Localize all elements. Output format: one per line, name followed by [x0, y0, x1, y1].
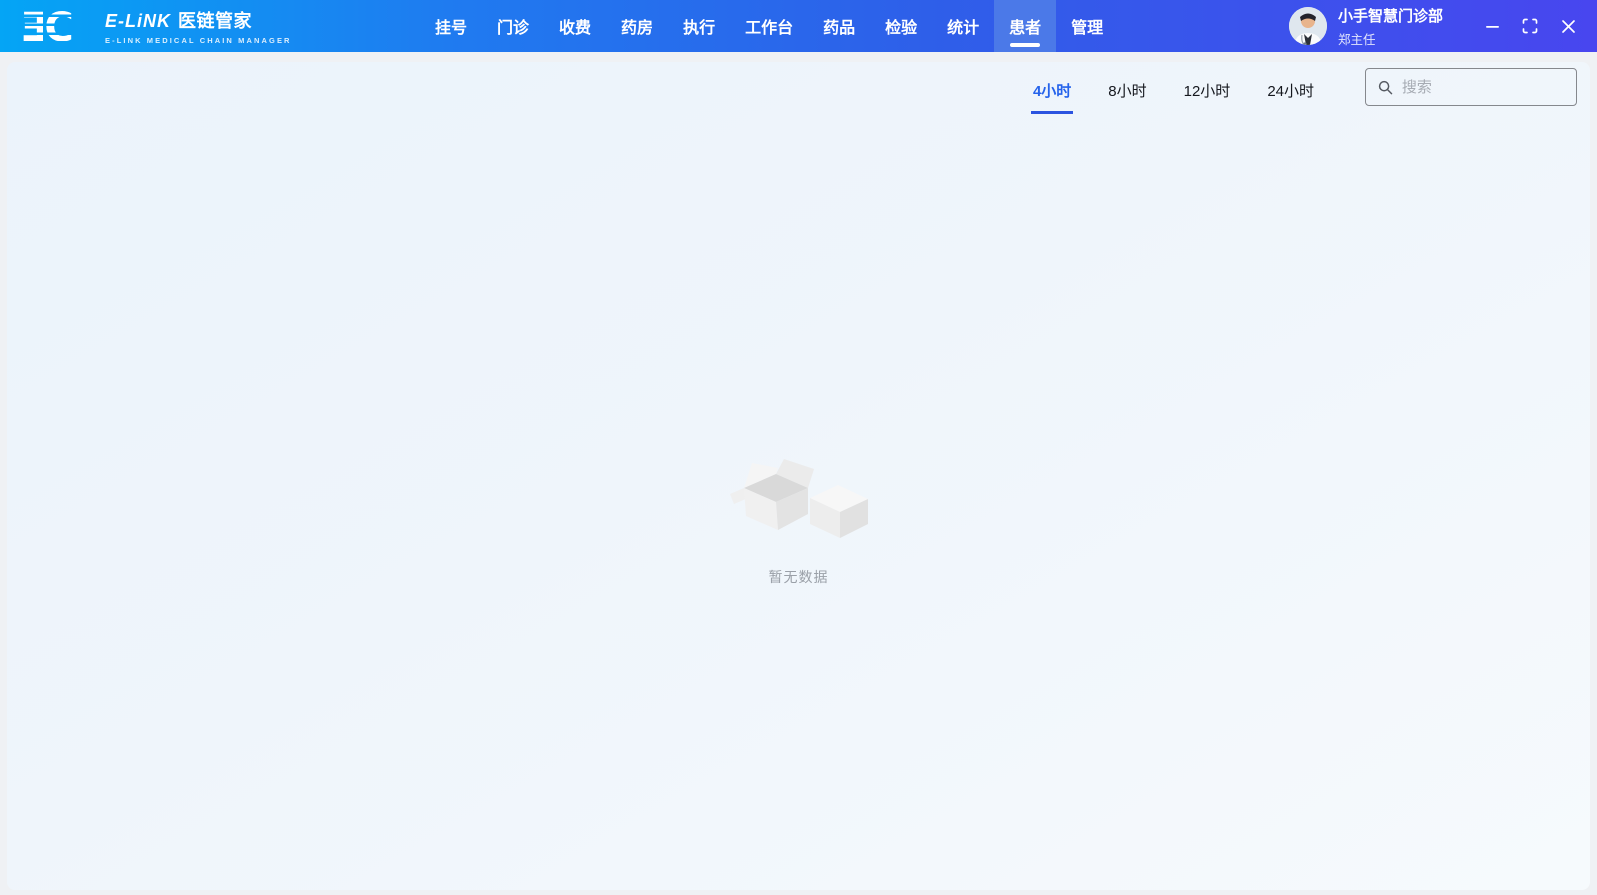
brand-logo: ƎC E-LiNK医链管家 E-LINK MEDICAL CHAIN MANAG… [0, 0, 420, 52]
navbar-spacer [1118, 0, 1289, 52]
app-window: ƎC E-LiNK医链管家 E-LINK MEDICAL CHAIN MANAG… [0, 0, 1597, 895]
panel-toolbar: 4小时 8小时 12小时 24小时 [1031, 68, 1577, 114]
brand-text: E-LiNK医链管家 E-LINK MEDICAL CHAIN MANAGER [105, 7, 292, 45]
main-nav: 挂号 门诊 收费 药房 执行 工作台 药品 检验 统计 患者 管理 [420, 0, 1118, 52]
user-profile[interactable]: 小手智慧门诊部 郑主任 [1289, 0, 1459, 52]
clinic-name: 小手智慧门诊部 [1338, 5, 1443, 26]
search-icon [1378, 79, 1393, 96]
empty-state-message: 暂无数据 [724, 567, 874, 587]
doctor-avatar-icon [1289, 7, 1327, 45]
nav-item-outpatient[interactable]: 门诊 [482, 0, 544, 52]
nav-item-registration[interactable]: 挂号 [420, 0, 482, 52]
nav-item-pharmacy[interactable]: 药房 [606, 0, 668, 52]
nav-item-billing[interactable]: 收费 [544, 0, 606, 52]
top-navbar: ƎC E-LiNK医链管家 E-LINK MEDICAL CHAIN MANAG… [0, 0, 1597, 52]
window-controls [1459, 0, 1597, 52]
search-input[interactable] [1402, 79, 1564, 96]
brand-name: E-LiNK医链管家 [105, 7, 292, 33]
minimize-icon [1485, 19, 1500, 34]
tab-12h[interactable]: 12小时 [1182, 80, 1233, 114]
maximize-icon [1522, 18, 1538, 34]
nav-item-statistics[interactable]: 统计 [932, 0, 994, 52]
user-info: 小手智慧门诊部 郑主任 [1338, 5, 1443, 48]
nav-item-workbench[interactable]: 工作台 [730, 0, 808, 52]
search-box[interactable] [1365, 68, 1577, 106]
empty-boxes-icon [724, 454, 874, 538]
nav-item-execution[interactable]: 执行 [668, 0, 730, 52]
main-content-panel: 4小时 8小时 12小时 24小时 [7, 62, 1590, 890]
close-icon [1561, 19, 1576, 34]
nav-item-management[interactable]: 管理 [1056, 0, 1118, 52]
empty-state: 暂无数据 [724, 454, 874, 587]
nav-item-patients[interactable]: 患者 [994, 0, 1056, 52]
nav-item-drugs[interactable]: 药品 [808, 0, 870, 52]
brand-tagline: E-LINK MEDICAL CHAIN MANAGER [105, 36, 292, 45]
tab-4h[interactable]: 4小时 [1031, 80, 1073, 114]
nav-item-lab[interactable]: 检验 [870, 0, 932, 52]
user-role: 郑主任 [1338, 29, 1443, 48]
tab-8h[interactable]: 8小时 [1106, 80, 1148, 114]
logo-mark-icon: ƎC [22, 6, 90, 46]
user-avatar[interactable] [1289, 7, 1327, 45]
svg-text:ƎC: ƎC [22, 6, 71, 46]
close-button[interactable] [1553, 11, 1583, 41]
time-range-tabs: 4小时 8小时 12小时 24小时 [1031, 68, 1316, 114]
minimize-button[interactable] [1477, 11, 1507, 41]
maximize-button[interactable] [1515, 11, 1545, 41]
tab-24h[interactable]: 24小时 [1265, 80, 1316, 114]
